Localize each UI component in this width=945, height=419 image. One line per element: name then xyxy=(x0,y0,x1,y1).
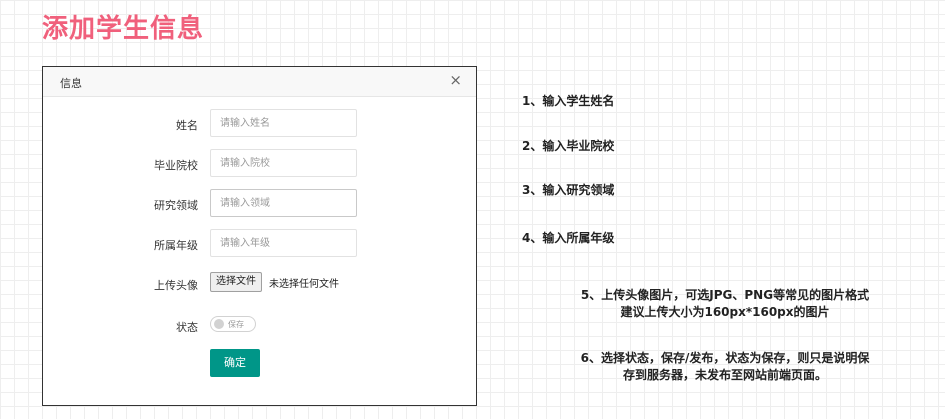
page-title: 添加学生信息 xyxy=(42,14,205,44)
school-label: 毕业院校 xyxy=(154,159,198,172)
school-input[interactable] xyxy=(210,149,357,177)
instruction-steps: 1、输入学生姓名 2、输入毕业院校 3、输入研究领域 4、输入所属年级 5、上传… xyxy=(470,0,945,419)
form-row-field: 研究领域 xyxy=(43,189,476,219)
name-label: 姓名 xyxy=(176,119,198,132)
form-row-school: 毕业院校 xyxy=(43,149,476,179)
step-3: 3、输入研究领域 xyxy=(522,183,615,197)
file-status-text: 未选择任何文件 xyxy=(269,279,339,290)
toggle-text: 保存 xyxy=(228,320,244,329)
grade-label: 所属年级 xyxy=(154,239,198,252)
field-label: 研究领域 xyxy=(154,199,198,212)
step-5-line-1: 5、上传头像图片，可选JPG、PNG等常见的图片格式 xyxy=(580,288,870,302)
form-row-name: 姓名 xyxy=(43,109,476,139)
status-toggle[interactable]: 保存 xyxy=(210,316,256,332)
choose-file-button[interactable]: 选择文件 xyxy=(210,272,262,292)
name-input[interactable] xyxy=(210,109,357,137)
dialog-title: 信息 xyxy=(60,77,82,90)
status-label: 状态 xyxy=(176,321,198,334)
step-1: 1、输入学生姓名 xyxy=(522,94,615,108)
student-info-dialog: 信息 × 姓名 毕业院校 研究领域 所属年级 上传头像 选择文件 未选择任何文件… xyxy=(42,66,477,406)
field-input[interactable] xyxy=(210,189,357,217)
grade-input[interactable] xyxy=(210,229,357,257)
step-6-line-2: 存到服务器，未发布至网站前端页面。 xyxy=(622,368,827,382)
avatar-label: 上传头像 xyxy=(154,279,198,292)
dialog-header: 信息 × xyxy=(43,67,476,97)
confirm-button[interactable]: 确定 xyxy=(210,349,260,377)
step-6-line-1: 6、选择状态，保存/发布，状态为保存，则只是说明保 xyxy=(580,351,870,365)
form-row-status: 状态 保存 xyxy=(43,311,476,341)
toggle-knob xyxy=(214,319,224,329)
close-icon[interactable]: × xyxy=(449,72,462,88)
form-row-grade: 所属年级 xyxy=(43,229,476,259)
form-row-avatar: 上传头像 选择文件 未选择任何文件 xyxy=(43,269,476,299)
step-2: 2、输入毕业院校 xyxy=(522,139,615,153)
step-4: 4、输入所属年级 xyxy=(522,231,615,245)
step-5-line-2: 建议上传大小为160px*160px的图片 xyxy=(620,305,830,319)
